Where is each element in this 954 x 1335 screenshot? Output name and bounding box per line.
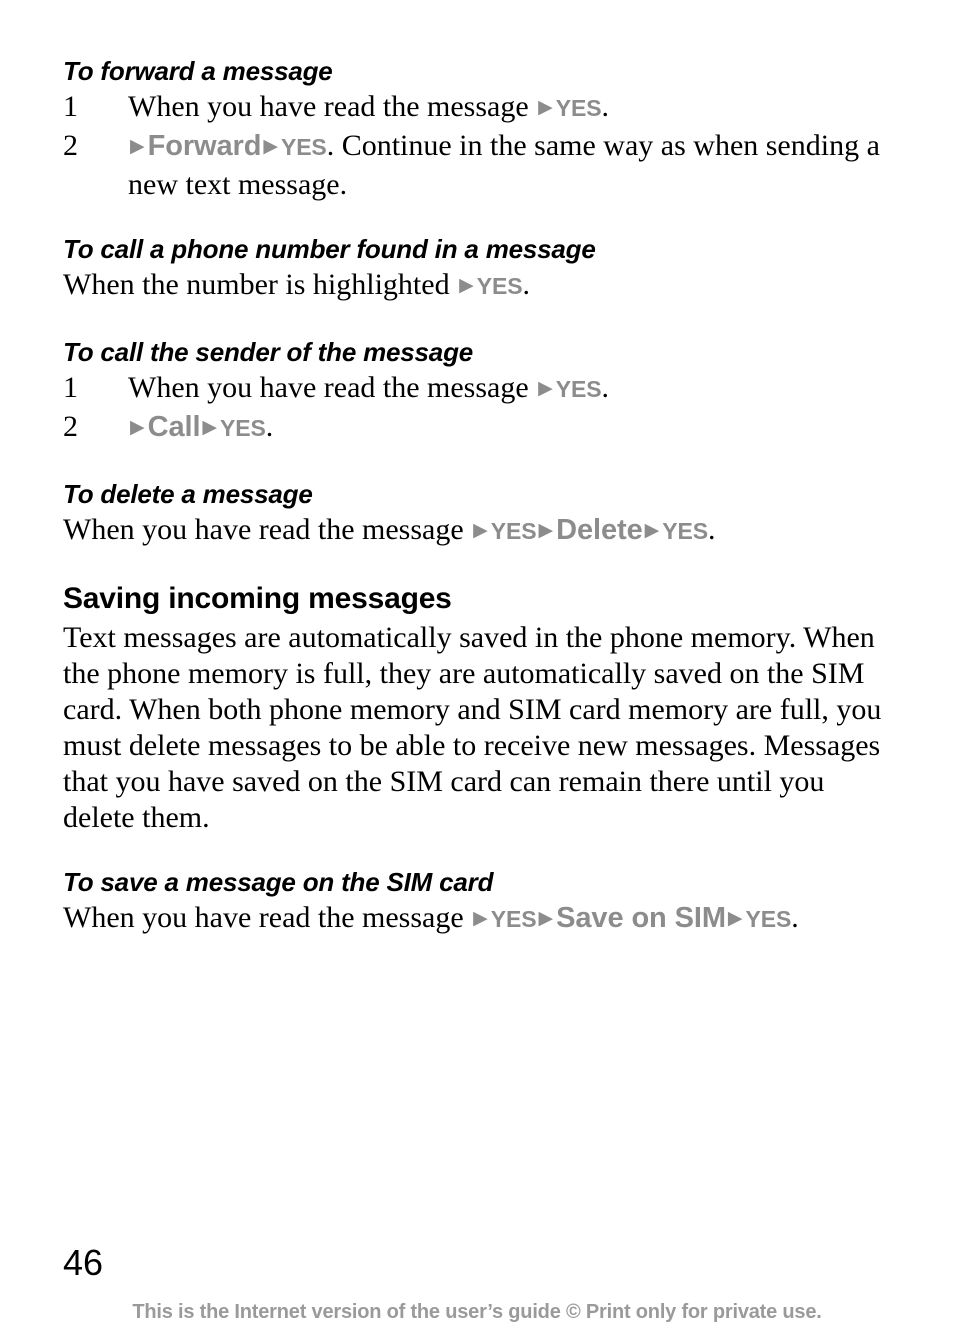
body-text-run: When you have read the message [63, 513, 472, 546]
body-text-run: . [601, 371, 610, 404]
procedure-heading-forward-message: To forward a message [63, 56, 333, 86]
content-blocks: To forward a message 1 When you have read … [63, 55, 891, 939]
procedure-heading-delete-message: To delete a message [63, 479, 313, 509]
menu-arrow-icon: ▶ [263, 135, 278, 157]
instruction-line: When you have read the message ▶ YES ▶ Save… [63, 900, 891, 939]
ui-reference: YES [662, 518, 708, 544]
instruction-line: When you have read the message ▶ YES ▶ Dele… [63, 512, 891, 551]
step-text: When you have read the message ▶ YES. [128, 90, 609, 123]
content-block-save-message-on-sim: To save a message on the SIM card When yo… [63, 866, 891, 939]
step-number: 1 [63, 90, 78, 123]
ui-reference: YES [555, 376, 602, 402]
procedure-heading-save-message-on-sim: To save a message on the SIM card [63, 867, 494, 897]
ui-reference: YES [490, 518, 537, 544]
ui-reference: Call [147, 411, 201, 443]
menu-arrow-icon: ▶ [538, 907, 554, 929]
step-item: 2 ▶ Call ▶ YES. [63, 409, 891, 448]
ui-reference: YES [280, 134, 327, 160]
step-number: 2 [63, 129, 78, 162]
document-page: To forward a message 1 When you have read … [0, 0, 954, 1335]
step-item: 1 When you have read the message ▶ YES. [63, 370, 891, 409]
body-text-run: . [707, 513, 716, 546]
menu-arrow-icon: ▶ [130, 416, 145, 438]
menu-arrow-icon: ▶ [538, 96, 553, 118]
step-text: ▶ Call ▶ YES. [128, 410, 273, 443]
step-item: 1 When you have read the message ▶ YES. [63, 89, 891, 128]
content-block-delete-message: To delete a message When you have read th… [63, 478, 891, 551]
step-text: ▶ Forward ▶ YES. Continue in the same way a… [128, 129, 880, 201]
instruction-line: When the number is highlighted ▶ YES. [63, 267, 891, 306]
body-paragraph: Text messages are automatically saved in… [63, 621, 882, 834]
body-text-run: . [522, 268, 530, 301]
body-text-run: . [601, 90, 610, 123]
step-item: 2 ▶ Forward ▶ YES. Continue in the same way … [63, 128, 891, 203]
menu-arrow-icon: ▶ [644, 519, 660, 541]
page-content: To forward a message 1 When you have read … [63, 55, 891, 969]
menu-arrow-icon: ▶ [130, 135, 145, 157]
procedure-heading-call-sender: To call the sender of the message [63, 337, 474, 367]
ui-reference: YES [745, 906, 792, 932]
menu-arrow-icon: ▶ [202, 416, 218, 438]
menu-arrow-icon: ▶ [459, 274, 474, 296]
ui-reference: YES [220, 415, 266, 441]
content-block-call-sender: To call the sender of the message 1 When y… [63, 336, 891, 448]
footer-disclaimer: This is the Internet version of the user… [132, 1301, 822, 1323]
body-text-run: When you have read the message [128, 371, 537, 404]
content-block-forward-message: To forward a message 1 When you have read … [63, 55, 891, 203]
content-block-call-number-in-message: To call a phone number found in a messag… [63, 233, 891, 306]
ui-reference: Save on SIM [556, 902, 726, 934]
body-text-run: . [791, 901, 799, 934]
ui-reference: YES [555, 95, 602, 121]
step-number: 1 [63, 371, 78, 404]
content-block-saving-incoming-messages: Saving incoming messages Text messages ar… [63, 581, 891, 836]
ui-reference: YES [490, 906, 537, 932]
body-text-run: When you have read the message [63, 901, 472, 934]
ui-reference: YES [476, 273, 523, 299]
numbered-step-list: 1 When you have read the message ▶ YES. 2 ▶ C… [63, 370, 891, 448]
menu-arrow-icon: ▶ [538, 519, 554, 541]
procedure-heading-call-number-in-message: To call a phone number found in a messag… [63, 234, 596, 264]
menu-arrow-icon: ▶ [727, 907, 743, 929]
menu-arrow-icon: ▶ [538, 377, 553, 399]
body-text-run: When the number is highlighted [63, 268, 458, 301]
menu-arrow-icon: ▶ [473, 519, 488, 541]
numbered-step-list: 1 When you have read the message ▶ YES. 2 ▶ F… [63, 89, 891, 203]
body-text-run: . [265, 410, 274, 443]
ui-reference: Delete [556, 514, 643, 546]
menu-arrow-icon: ▶ [473, 907, 488, 929]
ui-reference: Forward [147, 130, 262, 162]
step-number: 2 [63, 410, 78, 443]
step-text: When you have read the message ▶ YES. [128, 371, 609, 404]
body-text-run: When you have read the message [128, 90, 537, 123]
section-heading-saving-incoming-messages: Saving incoming messages [63, 582, 452, 615]
page-number: 46 [63, 1242, 104, 1283]
